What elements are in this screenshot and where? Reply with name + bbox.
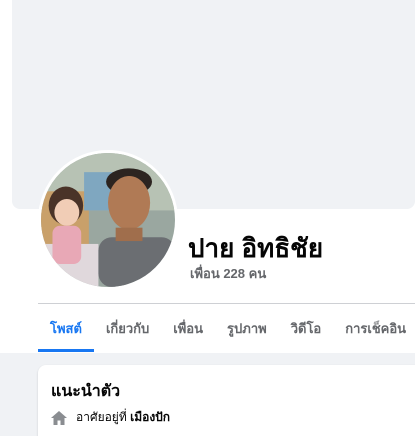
- tab-photos[interactable]: รูปภาพ: [215, 304, 279, 352]
- intro-card: แนะนำตัว อาศัยอยู่ที่ เมืองปัก: [38, 365, 415, 436]
- lives-in-prefix: อาศัยอยู่ที่: [76, 410, 127, 424]
- home-icon: [50, 410, 68, 426]
- friends-count[interactable]: เพื่อน 228 คน: [190, 263, 266, 284]
- tab-videos[interactable]: วิดีโอ: [279, 304, 334, 352]
- lives-in-text: อาศัยอยู่ที่ เมืองปัก: [76, 408, 170, 427]
- intro-title: แนะนำตัว: [51, 383, 121, 400]
- lives-in-place[interactable]: เมืองปัก: [130, 410, 170, 424]
- lives-in-row: อาศัยอยู่ที่ เมืองปัก: [50, 408, 170, 427]
- profile-avatar[interactable]: [38, 150, 178, 290]
- profile-tabs: โพสต์ เกี่ยวกับ เพื่อน รูปภาพ วิดีโอ การ…: [38, 304, 415, 352]
- tab-checkins[interactable]: การเช็คอิน: [333, 304, 415, 352]
- tab-posts[interactable]: โพสต์: [38, 304, 94, 352]
- tab-friends[interactable]: เพื่อน: [161, 304, 215, 352]
- tab-about[interactable]: เกี่ยวกับ: [94, 304, 161, 352]
- avatar-photo: [41, 153, 175, 287]
